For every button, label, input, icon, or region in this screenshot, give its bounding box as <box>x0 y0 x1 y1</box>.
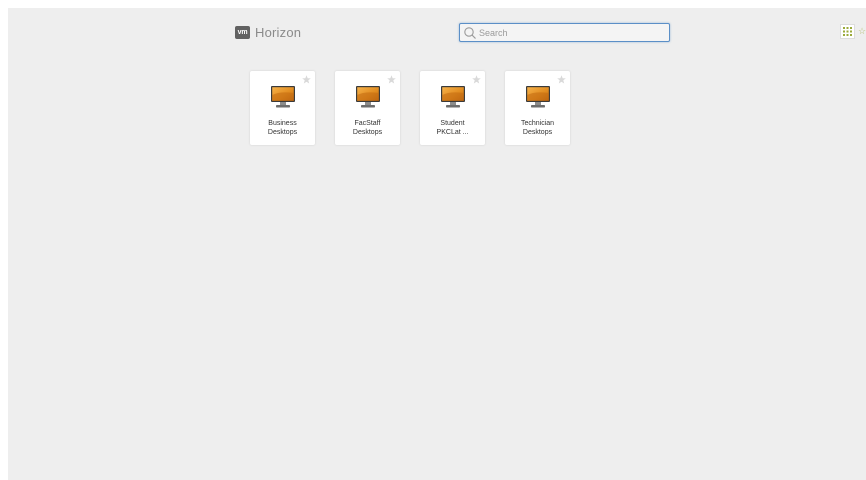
grid-view-icon <box>843 27 852 36</box>
desktop-monitor-icon <box>441 86 465 108</box>
tile-business-desktops[interactable]: Business Desktops <box>250 71 315 145</box>
favorites-filter-icon[interactable]: ☆ <box>858 26 866 37</box>
desktop-tiles: Business Desktops FacStaff Desktops Stud… <box>250 71 570 145</box>
favorite-star-icon[interactable] <box>472 75 481 84</box>
tile-label: Business Desktops <box>267 120 298 136</box>
tile-label: Student PKCLat ... <box>436 120 469 136</box>
desktop-monitor-icon <box>356 86 380 108</box>
tile-label: FacStaff Desktops <box>352 120 383 136</box>
search-box[interactable] <box>459 23 670 42</box>
search-input[interactable] <box>477 25 659 40</box>
desktop-monitor-icon <box>271 86 295 108</box>
tile-student-pkclab[interactable]: Student PKCLat ... <box>420 71 485 145</box>
search-icon <box>464 26 476 39</box>
tile-facstaff-desktops[interactable]: FacStaff Desktops <box>335 71 400 145</box>
tile-label: Technician Desktops <box>520 120 555 136</box>
favorite-star-icon[interactable] <box>387 75 396 84</box>
favorite-star-icon[interactable] <box>302 75 311 84</box>
tile-technician-desktops[interactable]: Technician Desktops <box>505 71 570 145</box>
favorite-star-icon[interactable] <box>557 75 566 84</box>
grid-view-button[interactable] <box>840 24 855 39</box>
brand: vm Horizon <box>235 24 301 40</box>
app-canvas: vm Horizon ☆ <box>8 8 866 480</box>
vmware-logo: vm <box>235 25 250 39</box>
brand-name: Horizon <box>255 24 302 40</box>
desktop-monitor-icon <box>526 86 550 108</box>
